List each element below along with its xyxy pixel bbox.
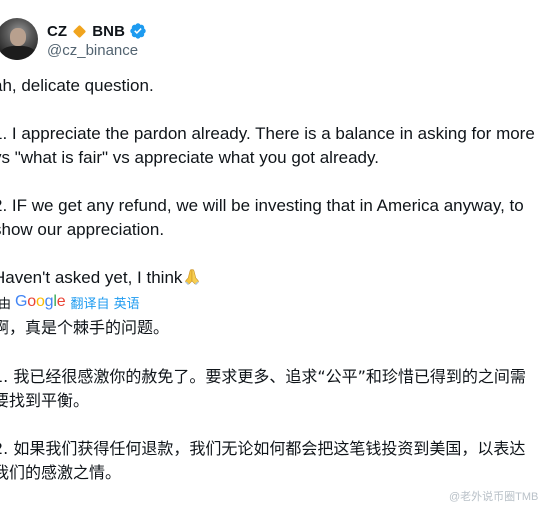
- author-name-row[interactable]: CZ BNB: [47, 21, 147, 41]
- translated-line: 啊，真是个棘手的问题。: [0, 318, 170, 337]
- translation-by-label: 由: [0, 296, 12, 312]
- translated-line: 要找到平衡。: [0, 391, 90, 410]
- google-logo: Google: [15, 293, 66, 310]
- folded-hands-icon: [185, 269, 200, 285]
- post-line-last: Haven't asked yet, I think: [0, 266, 202, 290]
- post-line: 1. I appreciate the pardon already. Ther…: [0, 124, 535, 143]
- bnb-diamond-icon: [73, 24, 86, 38]
- post-line: vs "what is fair" vs appreciate what you…: [0, 148, 379, 167]
- author-name-suffix[interactable]: BNB: [92, 23, 125, 40]
- author-display-name[interactable]: CZ: [47, 23, 67, 40]
- post-line: 2. IF we get any refund, we will be inve…: [0, 196, 524, 215]
- post-header: CZ BNB @cz_binance: [0, 0, 556, 62]
- post-line: show our appreciation.: [0, 220, 165, 239]
- post-line: Haven't asked yet, I think: [0, 268, 183, 287]
- translation-source-link[interactable]: 翻译自 英语: [70, 293, 139, 312]
- avatar-face: [10, 28, 26, 46]
- watermark: @老外说币圈TMB: [449, 491, 539, 503]
- verified-badge-icon: [130, 23, 146, 39]
- translated-line: 我们的感激之情。: [0, 463, 122, 482]
- translated-line: 1. 我已经很感激你的赦免了。要求更多、追求“公平”和珍惜已得到的之间需: [0, 367, 526, 386]
- avatar-suit: [0, 46, 36, 60]
- translated-line: 2. 如果我们获得任何退款，我们无论如何都会把这笔钱投资到美国，以表达: [0, 439, 526, 458]
- author-handle[interactable]: @cz_binance: [47, 42, 138, 59]
- avatar[interactable]: [0, 18, 38, 60]
- translation-attribution[interactable]: 由 Google 翻译自 英语: [0, 292, 140, 312]
- post-line: ah, delicate question.: [0, 76, 154, 95]
